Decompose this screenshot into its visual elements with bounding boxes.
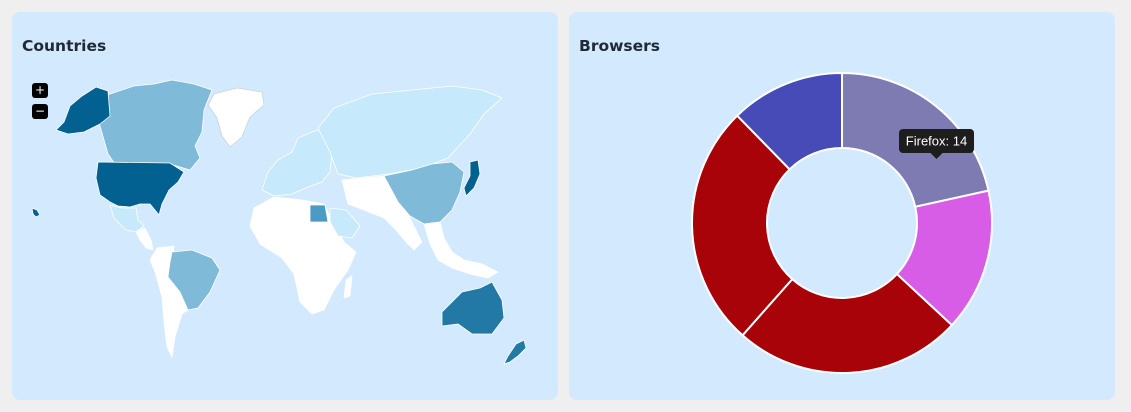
- map-region-canada[interactable]: [97, 79, 213, 171]
- map-region-central-america[interactable]: [135, 227, 154, 251]
- map-region-hawaii[interactable]: [31, 207, 41, 218]
- donut-tooltip-text: Firefox: 14: [906, 134, 967, 149]
- map-region-new-zealand[interactable]: [503, 339, 527, 365]
- browsers-donut-chart[interactable]: Firefox: 14: [569, 12, 1115, 400]
- countries-card: Countries + −: [12, 12, 558, 400]
- map-region-australia[interactable]: [441, 281, 505, 335]
- world-map[interactable]: [12, 12, 558, 400]
- map-region-japan[interactable]: [463, 159, 481, 197]
- map-region-mexico[interactable]: [109, 204, 145, 233]
- map-region-madagascar[interactable]: [343, 275, 353, 299]
- map-region-greenland[interactable]: [207, 87, 265, 148]
- map-region-usa[interactable]: [95, 161, 185, 216]
- browsers-card: Browsers Firefox: 14: [569, 12, 1115, 400]
- map-region-europe[interactable]: [261, 127, 333, 197]
- map-region-egypt[interactable]: [309, 204, 329, 223]
- map-region-southeast-asia[interactable]: [423, 221, 499, 279]
